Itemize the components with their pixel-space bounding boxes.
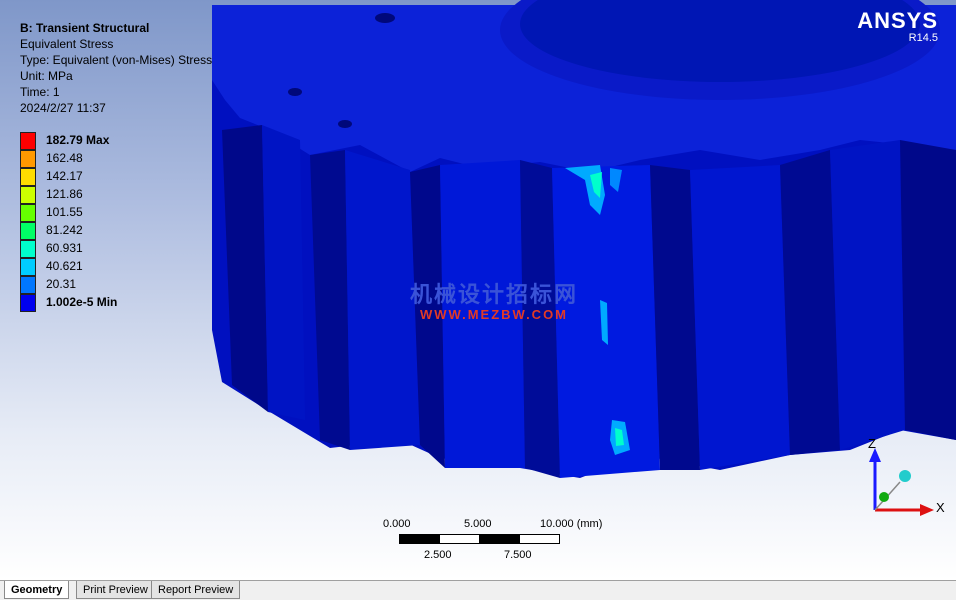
legend-row: 81.242 [20, 222, 160, 240]
brand-name: ANSYS [857, 8, 938, 33]
legend-label: 81.242 [46, 223, 83, 237]
legend-row: 40.621 [20, 258, 160, 276]
legend-row: 101.55 [20, 204, 160, 222]
graphics-viewport[interactable]: B: Transient Structural Equivalent Stres… [0, 0, 956, 580]
legend-swatch [20, 258, 36, 276]
legend-swatch [20, 240, 36, 258]
legend-row: 142.17 [20, 168, 160, 186]
legend-row: 182.79 Max [20, 132, 160, 150]
axis-ball [879, 492, 889, 502]
ansys-logo: ANSYS R14.5 [857, 8, 938, 44]
y-axis-ball [899, 470, 911, 482]
legend-label: 182.79 Max [46, 133, 110, 147]
scale-segment [439, 534, 480, 544]
axis-triad[interactable]: Z X [850, 430, 956, 530]
legend-row: 162.48 [20, 150, 160, 168]
tooth-flank [900, 140, 956, 440]
scale-segment [479, 534, 520, 544]
x-axis-label: X [936, 500, 945, 515]
result-date: 2024/2/27 11:37 [20, 101, 106, 115]
result-type: Type: Equivalent (von-Mises) Stress [20, 53, 213, 67]
tooth-flank [830, 140, 905, 450]
tooth-flank [690, 165, 790, 470]
tooth-flank [780, 150, 840, 455]
tab-report-preview[interactable]: Report Preview [151, 581, 241, 599]
bolt-hole [338, 120, 352, 128]
result-name: Equivalent Stress [20, 37, 114, 51]
watermark-url: WWW.MEZBW.COM [419, 307, 569, 322]
view-tab-bar: Geometry Print Preview Report Preview [0, 580, 956, 600]
result-info: B: Transient Structural Equivalent Stres… [20, 20, 212, 116]
legend-label: 20.31 [46, 277, 77, 291]
legend-row: 20.31 [20, 276, 160, 294]
legend-label: 162.48 [46, 151, 83, 165]
legend-swatch [20, 132, 36, 150]
tab-geometry[interactable]: Geometry [4, 581, 70, 599]
legend-label: 101.55 [46, 205, 83, 219]
z-axis-label: Z [868, 436, 876, 451]
legend-swatch [20, 294, 36, 312]
scale-segment [519, 534, 560, 544]
scale-label: 10.000 (mm) [540, 518, 603, 530]
legend-label: 121.86 [46, 187, 83, 201]
legend-swatch [20, 276, 36, 294]
analysis-title: B: Transient Structural [20, 21, 150, 35]
legend-swatch [20, 222, 36, 240]
legend-swatch [20, 186, 36, 204]
tooth-flank [345, 150, 420, 450]
x-axis-arrow [920, 504, 934, 516]
legend-swatch [20, 204, 36, 222]
result-time: Time: 1 [20, 85, 60, 99]
bolt-hole [288, 88, 302, 96]
scale-label: 7.500 [504, 549, 532, 561]
result-unit: Unit: MPa [20, 69, 73, 83]
watermark: 机械设计招标网 WWW.MEZBW.COM [410, 277, 578, 322]
legend-swatch [20, 150, 36, 168]
scale-label: 5.000 [464, 518, 492, 530]
legend-label: 142.17 [46, 169, 83, 183]
color-legend: 182.79 Max 162.48 142.17 121.86 101.55 81.242… [20, 132, 160, 312]
bolt-hole [375, 13, 395, 23]
legend-swatch [20, 168, 36, 186]
tab-print-preview[interactable]: Print Preview [76, 581, 155, 599]
scale-bar: 0.000 5.000 10.000 (mm) 2.500 7.500 [380, 518, 620, 566]
scale-segment [399, 534, 440, 544]
legend-row: 1.002e-5 Min [20, 294, 160, 312]
legend-row: 60.931 [20, 240, 160, 258]
legend-label: 40.621 [46, 259, 83, 273]
scale-label: 0.000 [383, 518, 411, 530]
legend-label: 1.002e-5 Min [46, 295, 118, 309]
tooth-flank [262, 125, 305, 420]
watermark-text: 机械设计招标网 [410, 283, 579, 308]
legend-row: 121.86 [20, 186, 160, 204]
scale-label: 2.500 [424, 549, 452, 561]
legend-label: 60.931 [46, 241, 83, 255]
